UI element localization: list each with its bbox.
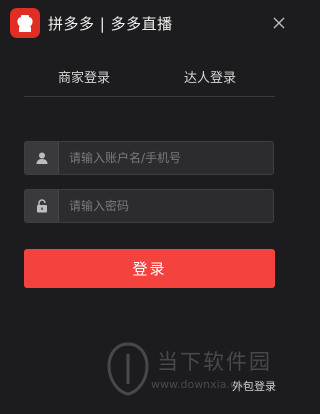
tab-merchant-login[interactable]: 商家登录 [58,67,110,86]
user-icon [25,142,59,174]
username-field[interactable] [24,141,274,175]
login-button[interactable]: 登录 [24,249,275,288]
tab-influencer-login[interactable]: 达人登录 [184,67,236,86]
outsource-login-link[interactable]: 外包登录 [232,378,276,394]
window-title: 拼多多 | 多多直播 [48,15,173,33]
username-input[interactable] [59,142,273,174]
watermark-logo-icon [107,342,149,396]
close-icon [273,17,285,29]
title-bar: 拼多多 | 多多直播 [0,0,298,46]
watermark-text: 当下软件园 [157,350,272,374]
password-input[interactable] [59,190,273,222]
pinduoduo-logo-icon [17,15,33,32]
lock-icon [25,190,59,222]
login-tabs: 商家登录 达人登录 [24,60,275,97]
app-logo [10,8,40,38]
close-button[interactable] [270,14,288,32]
password-field[interactable] [24,189,274,223]
